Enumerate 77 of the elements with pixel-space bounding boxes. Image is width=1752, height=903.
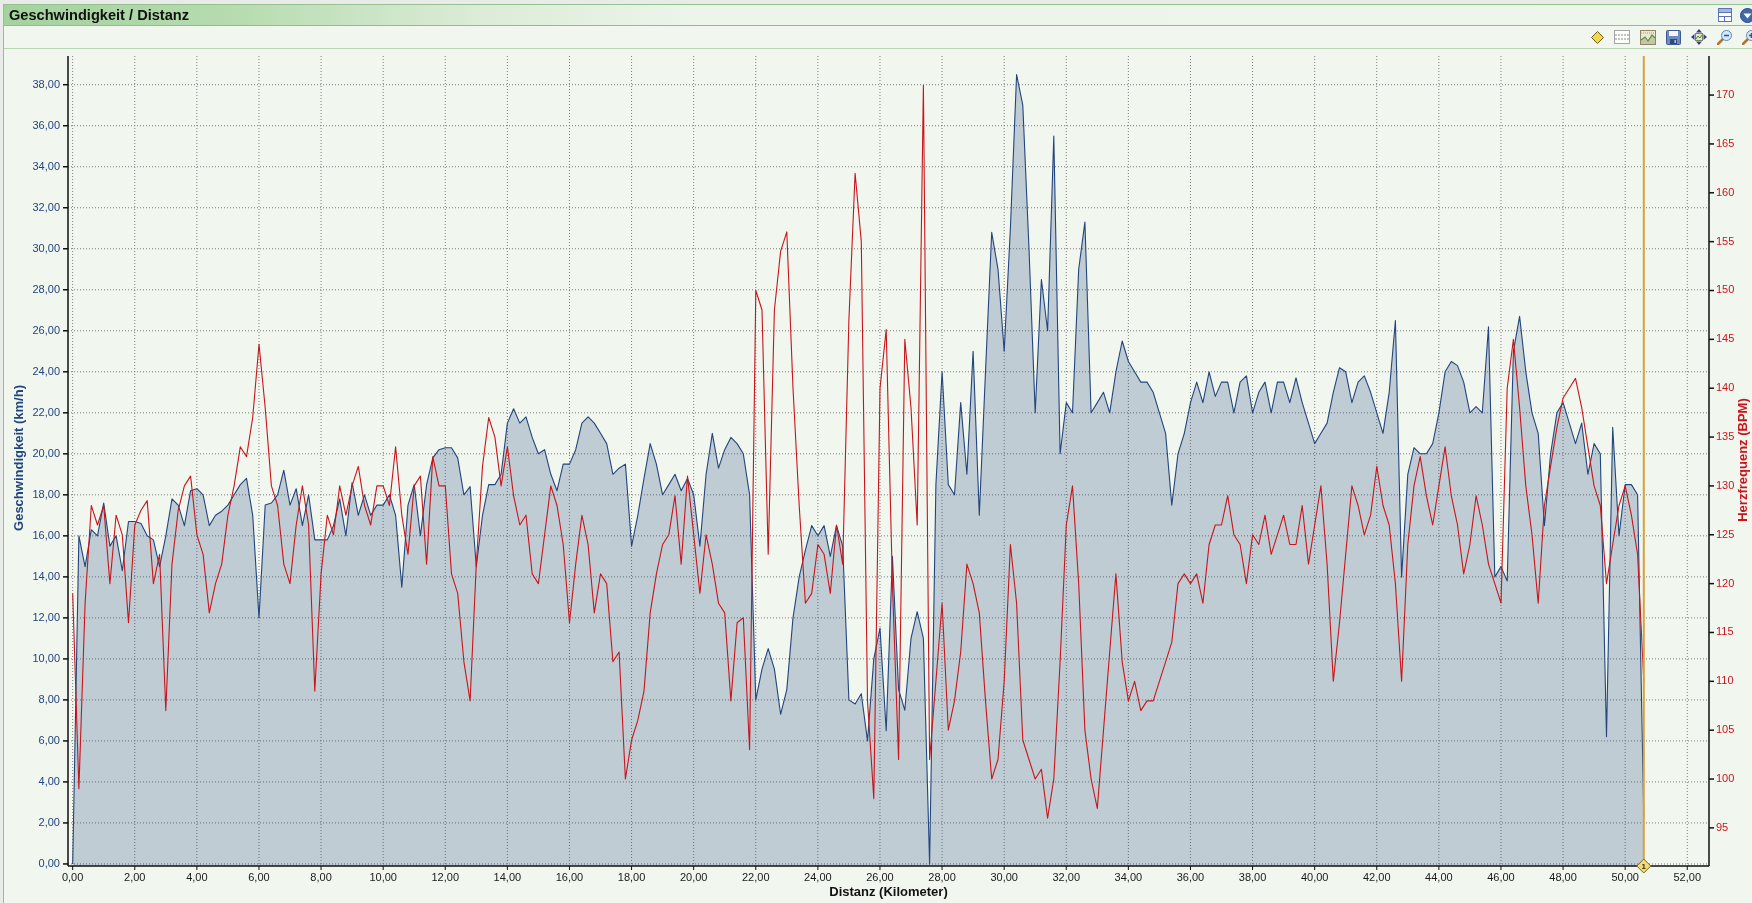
x-tick-label: 2,00 <box>124 870 146 883</box>
y2-axis-title: Herzfrequenz (BPM) <box>1735 398 1751 522</box>
x-tick-label: 20,00 <box>679 870 708 883</box>
x-tick-label: 8,00 <box>310 870 332 883</box>
x-tick-label: 44,00 <box>1425 870 1453 883</box>
x-tick-label: 38,00 <box>1238 870 1267 883</box>
x-tick-label: 52,00 <box>1673 870 1702 883</box>
y-tick-label: 8,00 <box>38 692 60 705</box>
zoom-in-icon[interactable] <box>1742 29 1752 45</box>
y-tick-label: 38,00 <box>32 77 60 90</box>
x-tick-label: 10,00 <box>369 870 397 883</box>
x-tick-label: 6,00 <box>248 870 270 883</box>
x-tick-label: 22,00 <box>742 870 770 883</box>
y2-tick-label: 145 <box>1716 332 1735 345</box>
x-tick-label: 36,00 <box>1176 870 1205 883</box>
y-tick-label: 20,00 <box>32 446 60 459</box>
layout-icon[interactable] <box>1718 8 1732 22</box>
y2-tick-label: 170 <box>1716 88 1735 100</box>
y-tick-label: 0,00 <box>38 856 60 869</box>
x-tick-label: 28,00 <box>928 870 956 883</box>
y-tick-label: 2,00 <box>38 815 60 828</box>
y2-tick-label: 135 <box>1716 429 1735 442</box>
y-tick-label: 30,00 <box>32 241 60 254</box>
y2-tick-label: 95 <box>1716 820 1729 833</box>
x-tick-label: 4,00 <box>186 870 208 883</box>
y2-tick-label: 100 <box>1716 771 1735 784</box>
diamond-icon[interactable] <box>1591 30 1604 44</box>
x-tick-label: 16,00 <box>555 870 584 883</box>
zoom-out-icon[interactable] <box>1717 29 1732 45</box>
y2-tick-label: 120 <box>1716 576 1735 589</box>
y2-tick-label: 115 <box>1716 625 1734 638</box>
x-tick-label: 30,00 <box>990 870 1018 883</box>
x-tick-label: 26,00 <box>866 870 894 883</box>
x-tick-label: 24,00 <box>804 870 832 883</box>
chart-icon[interactable] <box>1640 29 1656 45</box>
x-tick-label: 48,00 <box>1549 870 1577 883</box>
x-tick-label: 32,00 <box>1052 870 1081 883</box>
y2-tick-label: 160 <box>1716 185 1735 198</box>
y-axis-title: Geschwindigkeit (km/h) <box>11 385 27 531</box>
y2-tick-label: 110 <box>1716 674 1734 687</box>
y2-tick-label: 150 <box>1716 283 1735 296</box>
y-tick-label: 26,00 <box>32 323 60 336</box>
x-tick-label: 34,00 <box>1114 870 1143 883</box>
y-tick-label: 34,00 <box>32 159 60 172</box>
save-icon[interactable] <box>1666 29 1681 45</box>
y-tick-label: 32,00 <box>32 200 60 213</box>
y-tick-label: 4,00 <box>38 774 60 787</box>
y-tick-label: 22,00 <box>32 405 60 418</box>
x-tick-label: 12,00 <box>431 870 459 883</box>
y-tick-label: 16,00 <box>32 528 60 541</box>
x-tick-label: 0,00 <box>61 870 84 883</box>
x-tick-label: 40,00 <box>1300 870 1329 883</box>
y-tick-label: 10,00 <box>32 651 60 664</box>
x-tick-label: 14,00 <box>493 870 522 883</box>
y-tick-label: 28,00 <box>32 282 60 295</box>
x-tick-label: 50,00 <box>1611 870 1639 883</box>
marker-handle[interactable]: 1 <box>1636 858 1652 874</box>
x-tick-label: 42,00 <box>1363 870 1391 883</box>
y2-tick-label: 165 <box>1716 136 1735 149</box>
move-arrows-icon[interactable] <box>1691 29 1707 45</box>
y-tick-label: 6,00 <box>38 733 60 746</box>
panel-title: Geschwindigkeit / Distanz <box>9 7 190 23</box>
y-tick-label: 18,00 <box>32 487 60 500</box>
x-tick-label: 46,00 <box>1487 870 1515 883</box>
x-tick-label: 18,00 <box>617 870 646 883</box>
x-axis-title: Distanz (Kilometer) <box>829 884 948 900</box>
y-tick-label: 14,00 <box>32 569 60 582</box>
y2-tick-label: 130 <box>1716 478 1735 491</box>
y2-tick-label: 125 <box>1716 527 1735 540</box>
y2-tick-label: 105 <box>1716 723 1735 736</box>
y-tick-label: 24,00 <box>32 364 60 377</box>
annotation: 1 <box>1641 861 1647 871</box>
y-tick-label: 36,00 <box>32 118 60 131</box>
dropdown-icon[interactable] <box>1740 7 1752 23</box>
y2-tick-label: 140 <box>1716 381 1735 394</box>
y2-tick-label: 155 <box>1716 234 1735 247</box>
y-tick-label: 12,00 <box>32 610 60 623</box>
